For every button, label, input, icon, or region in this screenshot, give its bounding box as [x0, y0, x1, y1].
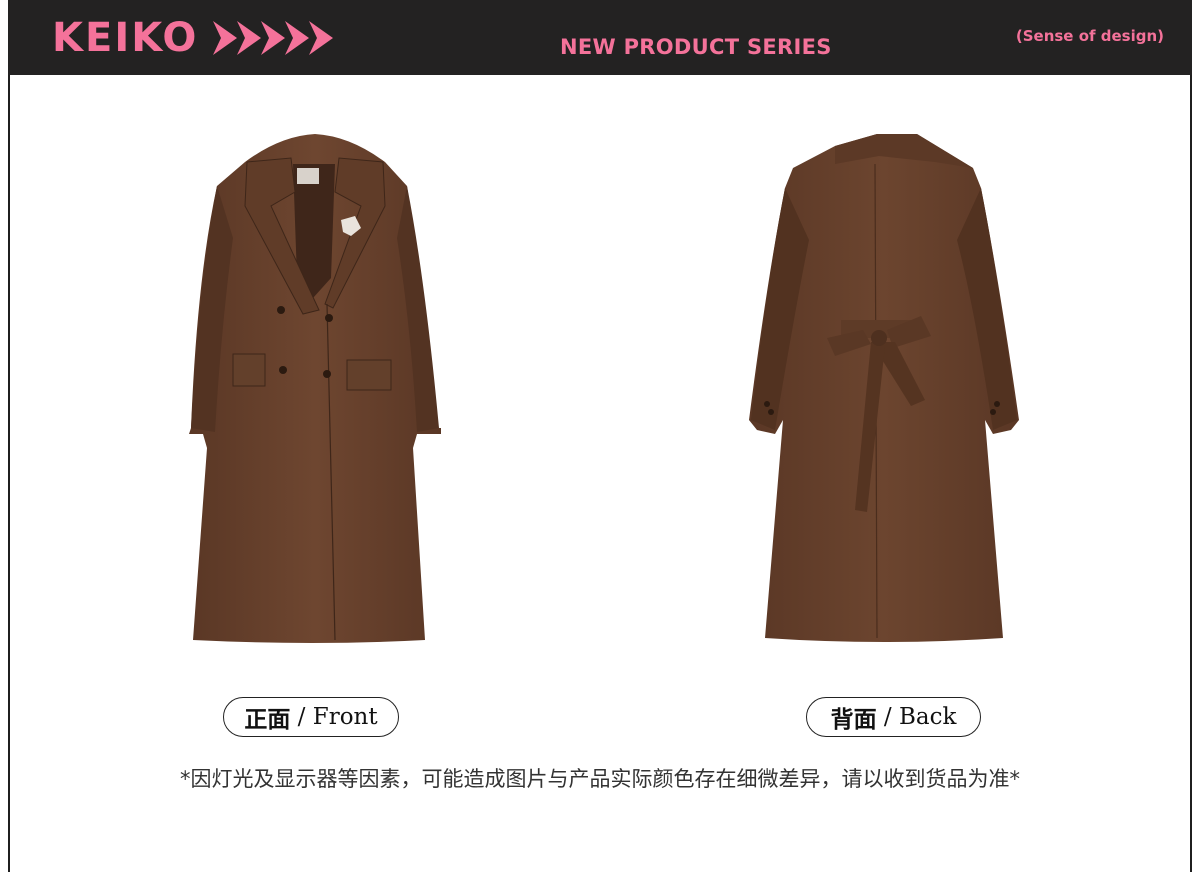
- label-front-cn: 正面: [244, 707, 291, 733]
- double-arrow-strip-icon: [213, 17, 338, 63]
- label-back-sep: /: [876, 704, 899, 730]
- label-back-en: Back: [898, 704, 957, 730]
- label-front: 正面 / Front: [223, 697, 399, 737]
- coat-back-image: [745, 130, 1025, 650]
- label-front-sep: /: [290, 704, 313, 730]
- brand-logo: KEIKO: [52, 15, 199, 61]
- color-disclaimer: *因灯光及显示器等因素，可能造成图片与产品实际颜色存在细微差异，请以收到货品为准…: [180, 767, 1020, 791]
- series-title: NEW PRODUCT SERIES: [560, 35, 832, 59]
- coat-front-image: [185, 128, 450, 648]
- label-back: 背面 / Back: [806, 697, 981, 737]
- tagline: (Sense of design): [1015, 27, 1164, 45]
- label-back-cn: 背面: [830, 707, 877, 733]
- label-front-en: Front: [312, 704, 378, 730]
- header-bar: KEIKO NEW PRODUCT SERIES (Sense of desig…: [8, 0, 1192, 75]
